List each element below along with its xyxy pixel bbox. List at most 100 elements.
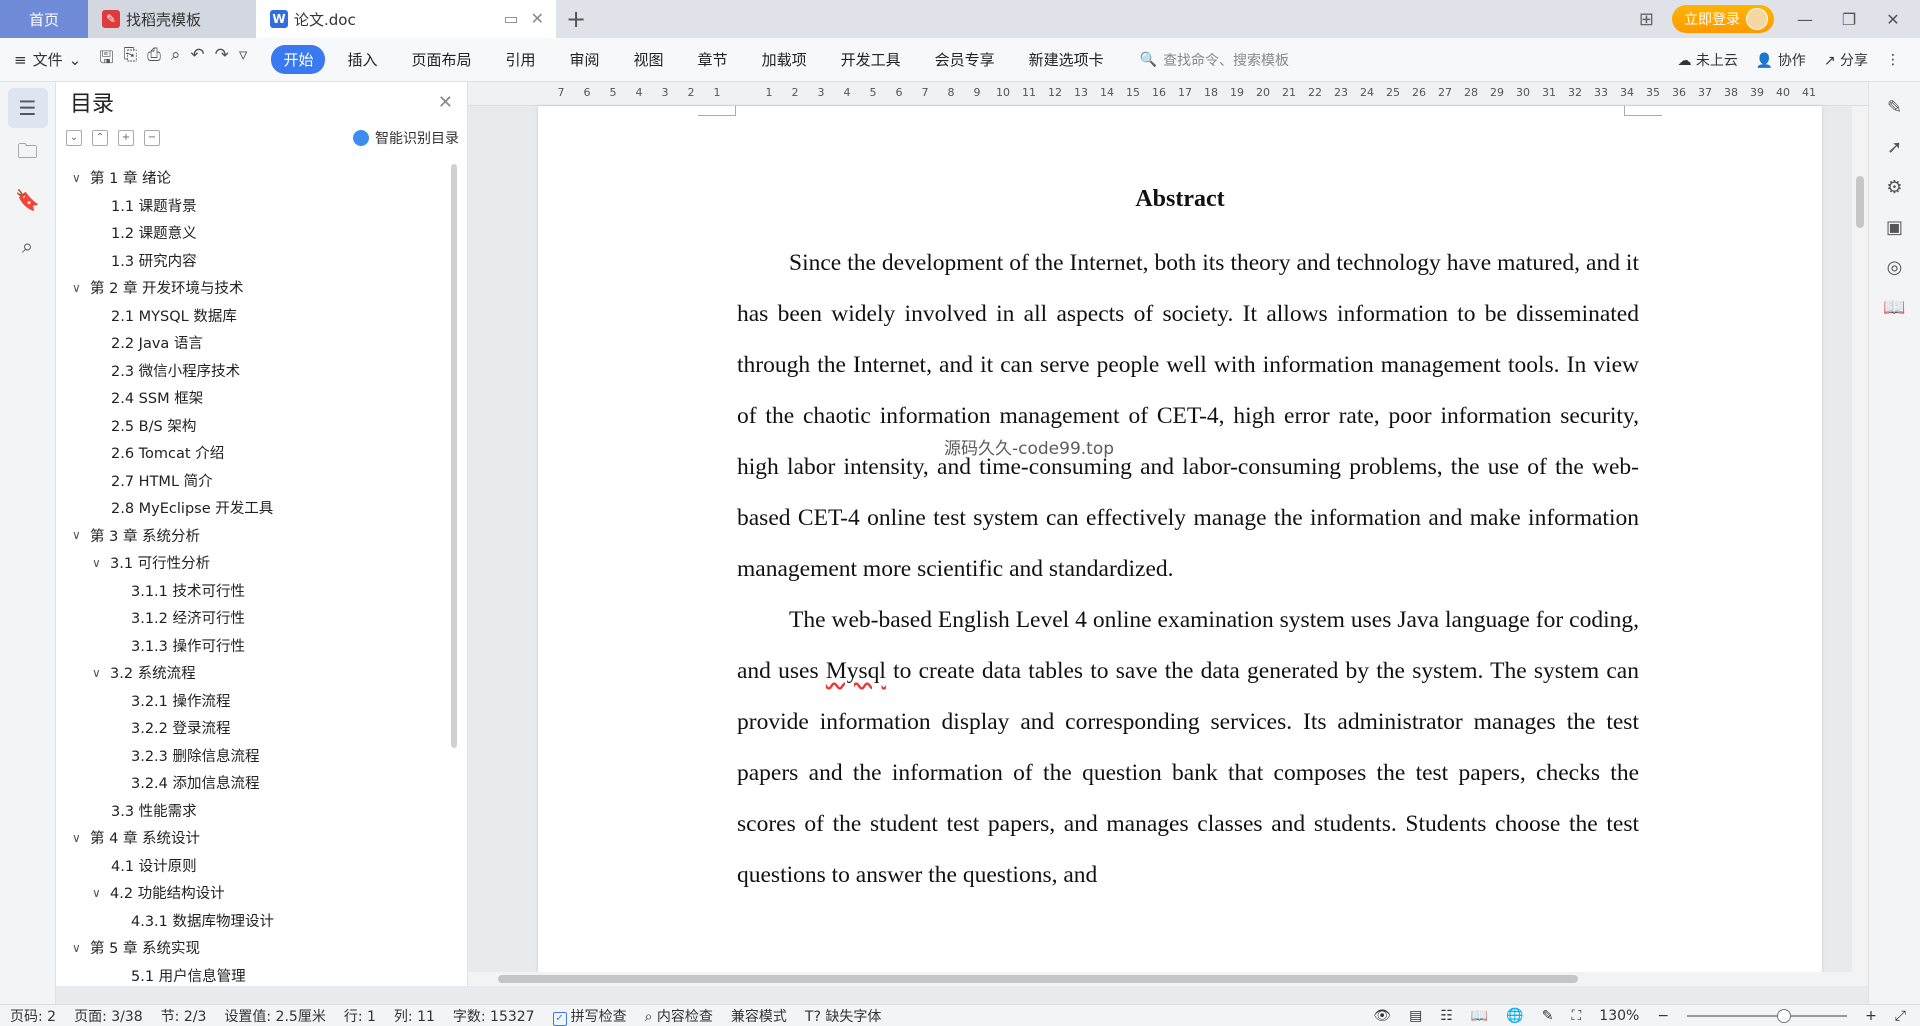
grid-view-icon[interactable]: ⊞ [1639,9,1654,30]
ribbon-tab-addins[interactable]: 加载项 [750,45,819,74]
undo-icon[interactable]: ↶ [190,45,204,74]
write-mode-icon[interactable]: ✎ [1542,1008,1554,1024]
redo-icon[interactable]: ↷ [215,45,229,74]
ribbon-tab-home[interactable]: 开始 [271,45,326,74]
find-icon[interactable]: ⌕ [8,226,48,266]
toc-item[interactable]: ∨ 4.2 功能结构设计 [56,879,448,907]
chevron-down-icon[interactable]: ∨ [72,528,86,542]
horizontal-scrollbar[interactable] [468,972,1868,986]
login-button[interactable]: 立即登录 [1672,5,1774,33]
toc-panel-icon[interactable]: ☰ [7,88,48,128]
toc-item[interactable]: 3.2.2 登录流程 [56,714,448,742]
chevron-down-icon[interactable]: ∨ [72,831,86,845]
fullscreen-icon[interactable]: ⤢ [1895,1008,1906,1024]
toc-item[interactable]: 5.1 用户信息管理 [56,962,448,984]
toc-item[interactable]: 1.2 课题意义 [56,219,448,247]
folder-icon[interactable]: 🗀 [8,134,48,174]
toc-item[interactable]: 3.1.1 技术可行性 [56,577,448,605]
zoom-slider[interactable] [1687,1008,1848,1023]
save-icon[interactable]: 🖫 [99,45,113,74]
outline-view-icon[interactable]: ☷ [1440,1008,1453,1024]
toc-item[interactable]: 2.8 MyEclipse 开发工具 [56,494,448,522]
toc-item[interactable]: ∨ 3.1 可行性分析 [56,549,448,577]
tab-document[interactable]: W 论文.doc ▭ ✕ [256,0,556,38]
ribbon-tab-insert[interactable]: 插入 [335,45,389,74]
page-code[interactable]: 页码: 2 [10,1006,56,1026]
share-button[interactable]: ↗ 分享 [1824,50,1868,70]
toc-item[interactable]: 1.1 课题背景 [56,192,448,220]
content-check-button[interactable]: ⌕ 内容检查 [645,1006,713,1026]
close-window-icon[interactable]: ✕ [1880,10,1906,29]
chevron-down-icon[interactable]: ∨ [92,666,106,680]
remove-heading-icon[interactable]: − [144,130,160,146]
compat-mode[interactable]: 兼容模式 [731,1006,787,1026]
reading-view-icon[interactable]: 📖 [1471,1008,1488,1024]
shape-icon[interactable]: ◎ [1880,252,1910,282]
word-count[interactable]: 字数: 15327 [453,1006,535,1026]
fit-page-icon[interactable]: ⛶ [1571,1008,1581,1024]
minimize-icon[interactable]: — [1792,10,1818,29]
tab-template[interactable]: ✎ 找稻壳模板 [88,0,256,38]
image-icon[interactable]: ▣ [1880,212,1910,242]
toc-item[interactable]: 3.2.3 删除信息流程 [56,742,448,770]
toc-item[interactable]: 2.3 微信小程序技术 [56,357,448,385]
collapse-all-icon[interactable]: ⌃ [92,130,108,146]
toc-item[interactable]: 4.1 设计原则 [56,852,448,880]
expand-all-icon[interactable]: ⌄ [66,130,82,146]
book-icon[interactable]: 📖 [1880,292,1910,322]
toc-item[interactable]: ∨ 第 1 章 绪论 [56,164,448,192]
zoom-slider-knob[interactable] [1777,1008,1792,1023]
bookmark-icon[interactable]: 🔖 [8,180,48,220]
ribbon-tab-review[interactable]: 审阅 [558,45,612,74]
toc-item[interactable]: 2.5 B/S 架构 [56,412,448,440]
page-view-icon[interactable]: ▤ [1409,1008,1422,1024]
toc-item[interactable]: ∨ 第 5 章 系统实现 [56,934,448,962]
zoom-in-icon[interactable]: + [1865,1008,1877,1024]
ribbon-tab-chapter[interactable]: 章节 [686,45,740,74]
toc-item[interactable]: 3.1.3 操作可行性 [56,632,448,660]
add-heading-icon[interactable]: + [118,130,134,146]
ribbon-tab-developer[interactable]: 开发工具 [829,45,913,74]
toc-item[interactable]: 3.1.2 经济可行性 [56,604,448,632]
horizontal-ruler[interactable]: 7 6 5 4 3 2 1 1 2 3 4 5 6 7 8 9 10 11 12 13 14 15 16 17 18 19 20 21… [468,82,1868,106]
edit-icon[interactable]: ✎ [1880,92,1910,122]
zoom-value[interactable]: 130% [1599,1008,1639,1024]
toc-item[interactable]: 2.1 MYSQL 数据库 [56,302,448,330]
adjust-icon[interactable]: ⚙ [1880,172,1910,202]
ribbon-tab-layout[interactable]: 页面布局 [399,45,483,74]
toc-item[interactable]: ∨ 第 2 章 开发环境与技术 [56,274,448,302]
float-window-icon[interactable]: ▭ [503,9,518,28]
toc-item[interactable]: 3.2.4 添加信息流程 [56,769,448,797]
collab-button[interactable]: 👤 协作 [1756,50,1806,70]
horizontal-scroll-thumb[interactable] [498,975,1578,983]
chevron-down-icon[interactable]: ∨ [72,171,86,185]
page-count[interactable]: 页面: 3/38 [74,1006,143,1026]
toc-item[interactable]: 2.6 Tomcat 介绍 [56,439,448,467]
toc-item[interactable]: ∨ 第 4 章 系统设计 [56,824,448,852]
cloud-status-button[interactable]: ☁ 未上云 [1677,50,1737,70]
export-icon[interactable]: ⎘ [124,45,138,74]
spelling-flagged-word[interactable]: Mysql [826,658,886,684]
spell-check-button[interactable]: ✓ 拼写检查 [552,1006,627,1026]
close-tab-icon[interactable]: ✕ [531,9,544,28]
toc-item[interactable]: 4.3.1 数据库物理设计 [56,907,448,935]
toc-scrollbar[interactable] [451,164,457,748]
new-tab-button[interactable]: + [556,0,596,38]
more-icon[interactable]: ⋮ [1886,52,1900,68]
toc-item[interactable]: ∨ 3.2 系统流程 [56,659,448,687]
tab-home[interactable]: 首页 [0,0,88,38]
vertical-scroll-thumb[interactable] [1856,176,1864,228]
command-search[interactable]: 🔍 查找命令、搜索模板 [1140,50,1289,70]
print-icon[interactable]: ⎙ [147,45,161,74]
abstract-body[interactable]: Since the development of the Internet, b… [737,238,1639,901]
toc-item[interactable]: 2.7 HTML 简介 [56,467,448,495]
select-icon[interactable]: ➚ [1880,132,1910,162]
customize-icon[interactable]: ▿ [239,45,248,74]
toc-item[interactable]: 3.3 性能需求 [56,797,448,825]
restore-icon[interactable]: ❐ [1836,10,1862,29]
ribbon-tab-view[interactable]: 视图 [622,45,676,74]
close-icon[interactable]: ✕ [438,92,453,113]
toc-item[interactable]: 3.2.1 操作流程 [56,687,448,715]
chevron-down-icon[interactable]: ∨ [92,556,106,570]
chevron-down-icon[interactable]: ∨ [72,281,86,295]
